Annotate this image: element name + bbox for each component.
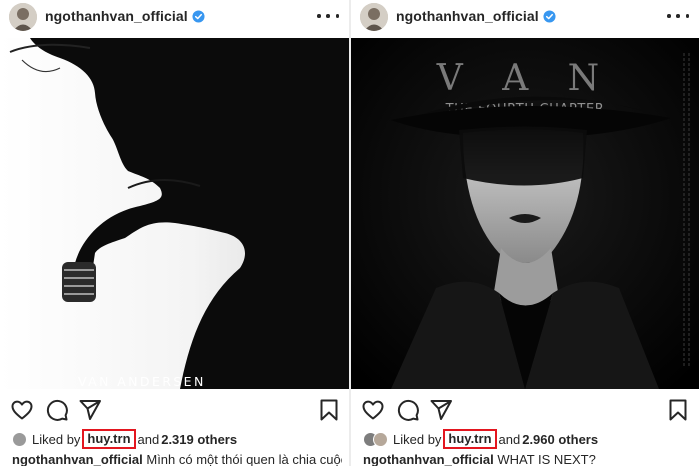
liker-username[interactable]: huy.trn	[443, 429, 497, 449]
likes-line: Liked by huy.trn and 2.319 others	[12, 429, 237, 449]
caption: ngothanhvan_official Mình có một thói qu…	[12, 452, 342, 466]
liker-avatars[interactable]	[12, 431, 27, 447]
liked-by-label: Liked by	[32, 431, 81, 447]
caption-username[interactable]: ngothanhvan_official	[363, 452, 494, 466]
post-header: ngothanhvan_official	[0, 0, 349, 36]
bookmark-icon[interactable]	[666, 398, 690, 422]
likes-count[interactable]: 2.319 others	[161, 432, 237, 447]
instagram-post-comparison: ngothanhvan_official VAN ANDERSEN Liked …	[0, 0, 699, 466]
heart-icon[interactable]	[10, 398, 34, 422]
image-watermark-text: VAN ANDERSEN	[78, 374, 206, 389]
share-icon[interactable]	[429, 398, 453, 422]
verified-icon	[192, 10, 205, 23]
post-right: ngothanhvan_official V A N Liked by huy.…	[351, 0, 699, 466]
bookmark-icon[interactable]	[317, 398, 341, 422]
username-text[interactable]: ngothanhvan_official	[45, 8, 188, 24]
profile-avatar[interactable]	[9, 3, 37, 31]
post-left: ngothanhvan_official VAN ANDERSEN Liked …	[0, 0, 349, 466]
heart-icon[interactable]	[361, 398, 385, 422]
liked-by-label: Liked by	[393, 431, 442, 447]
profile-avatar[interactable]	[360, 3, 388, 31]
username[interactable]: ngothanhvan_official	[396, 8, 556, 24]
liker-username[interactable]: huy.trn	[82, 429, 136, 449]
more-icon[interactable]	[667, 6, 689, 26]
more-icon[interactable]	[317, 6, 339, 26]
post-image[interactable]: VAN ANDERSEN	[0, 38, 349, 389]
likes-line: Liked by huy.trn and 2.960 others	[363, 429, 598, 449]
post-image[interactable]: V A N THE FOURTH CHAPTER	[351, 38, 699, 389]
caption-text: WHAT IS NEXT?	[497, 452, 596, 466]
action-bar	[0, 398, 349, 424]
username[interactable]: ngothanhvan_official	[45, 8, 205, 24]
caption-username[interactable]: ngothanhvan_official	[12, 452, 143, 466]
liker-avatar	[373, 431, 388, 447]
comment-icon[interactable]	[45, 398, 69, 422]
verified-icon	[543, 10, 556, 23]
liker-avatars[interactable]	[363, 431, 388, 447]
likes-count[interactable]: 2.960 others	[522, 432, 598, 447]
and-label: and	[498, 431, 521, 447]
caption-text: Mình có một thói quen là chia cuộc	[146, 452, 342, 466]
share-icon[interactable]	[78, 398, 102, 422]
post-header: ngothanhvan_official	[351, 0, 699, 36]
and-label: and	[137, 431, 160, 447]
liker-avatar	[12, 431, 27, 447]
caption: ngothanhvan_official WHAT IS NEXT?	[363, 452, 693, 466]
comment-icon[interactable]	[396, 398, 420, 422]
username-text[interactable]: ngothanhvan_official	[396, 8, 539, 24]
action-bar	[351, 398, 699, 424]
image-title-text: V A N	[436, 58, 613, 99]
